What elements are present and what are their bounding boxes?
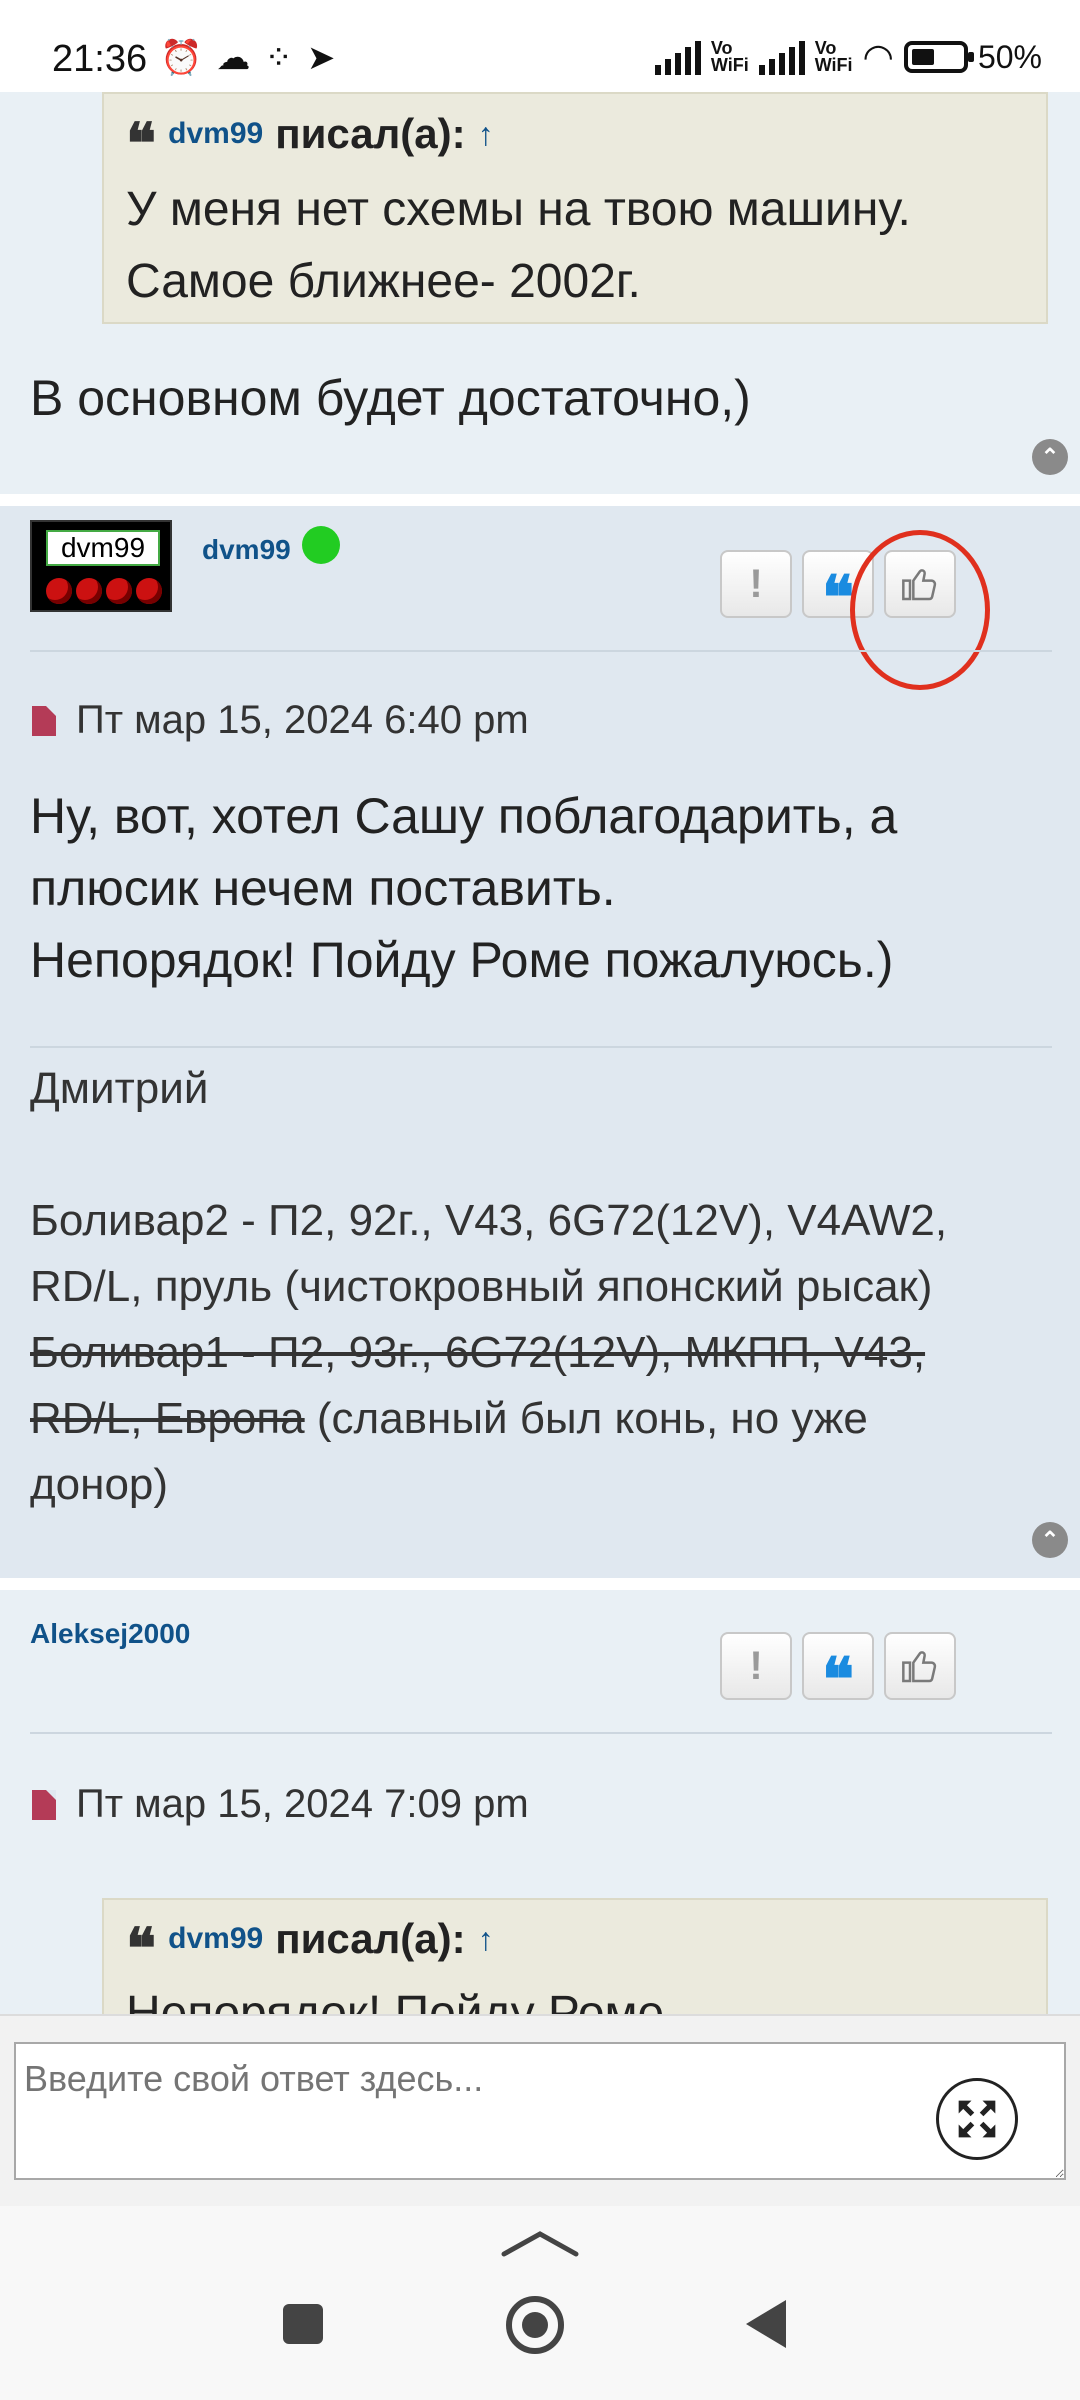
quote-jump-arrow[interactable]: ↑ <box>478 1921 494 1958</box>
annotation-circle <box>850 530 990 690</box>
report-button[interactable]: ! <box>720 550 792 618</box>
battery-icon <box>903 41 974 73</box>
quote-button[interactable]: ❝ <box>802 1632 874 1710</box>
quote-line: Самое ближнее- 2002г. <box>126 255 641 308</box>
post-icon <box>32 1790 56 1820</box>
quote-wrote-label: писал(а): <box>275 1915 466 1962</box>
thumbs-up-icon <box>902 1651 937 1683</box>
signature-text: (славный был конь, но уже <box>304 1394 868 1443</box>
like-button[interactable] <box>884 1632 956 1700</box>
post-divider <box>0 1578 1080 1590</box>
quote-block: ❝ dvm99 писал(а): ↑ У меня нет схемы на … <box>102 92 1048 324</box>
post-body: В основном будет достаточно,) <box>30 370 751 426</box>
quote-icon: ❝ <box>821 564 855 631</box>
system-nav-bar <box>0 2206 1080 2400</box>
quote-icon: ❝ <box>126 112 157 175</box>
wifi-icon: ◠ <box>862 36 894 77</box>
quote-author-link[interactable]: dvm99 <box>168 1922 263 1956</box>
signature-line: Боливар2 - П2, 92г., V43, 6G72(12V), V4A… <box>30 1196 948 1245</box>
back-to-top-button[interactable]: ⌃ <box>1032 1522 1068 1558</box>
quote-line: У меня нет схемы на твою машину. <box>126 183 911 236</box>
post-date: Пт мар 15, 2024 6:40 pm <box>76 698 529 742</box>
back-to-top-button[interactable]: ⌃ <box>1032 439 1068 475</box>
battery-percent: 50% <box>977 38 1042 75</box>
post-icon <box>32 706 56 736</box>
signature-struck-text: RD/L, Европа <box>30 1394 305 1443</box>
post-1: ❝ dvm99 писал(а): ↑ У меня нет схемы на … <box>0 92 1080 494</box>
telegram-icon: ➤ <box>306 39 336 77</box>
recents-button[interactable] <box>283 2304 323 2344</box>
quote-author-link[interactable]: dvm99 <box>168 117 263 151</box>
signature-line: RD/L, пруль (чистокровный японский рысак… <box>30 1262 933 1311</box>
online-status-icon <box>302 526 340 564</box>
avatar-label: dvm99 <box>46 530 160 566</box>
chevron-up-icon[interactable] <box>500 2228 580 2258</box>
quote-block: ❝ dvm99 писал(а): ↑ Непорядок! Пойду Ром… <box>102 1898 1048 2014</box>
post-body-line: Непорядок! Пойду Роме пожалуюсь.) <box>30 932 894 988</box>
cloud-icon: ☁ <box>216 39 251 77</box>
post-body-line: плюсик нечем поставить. <box>30 860 616 916</box>
signature-name: Дмитрий <box>30 1064 209 1113</box>
post-author-link[interactable]: Aleksej2000 <box>30 1618 190 1650</box>
quote-header: ❝ dvm99 писал(а): ↑ <box>126 94 1024 174</box>
quote-line: Непорядок! Пойду Роме <box>126 1987 665 2014</box>
signature-line: RD/L, Европа (славный был конь, но уже <box>30 1386 1060 1452</box>
report-button[interactable]: ! <box>720 1632 792 1700</box>
signal-icon-2 <box>758 39 805 75</box>
quote-jump-arrow[interactable]: ↑ <box>478 116 494 153</box>
quote-header: ❝ dvm99 писал(а): ↑ <box>126 1900 1024 1978</box>
expand-icon <box>958 2100 996 2138</box>
quote-wrote-label: писал(а): <box>275 110 466 157</box>
report-icon: ! <box>749 561 763 606</box>
quote-icon: ❝ <box>126 1917 157 1980</box>
reply-input[interactable] <box>14 2042 1066 2180</box>
dots-icon: ⁘ <box>264 39 293 77</box>
post-body-line: Ну, вот, хотел Сашу поблагодарить, а <box>30 788 898 844</box>
status-icons-left: ⏰ ☁ ⁘ ➤ <box>160 36 335 80</box>
expand-editor-button[interactable] <box>936 2078 1018 2160</box>
alarm-icon: ⏰ <box>160 39 203 77</box>
signal-icon <box>654 39 701 75</box>
avatar[interactable]: dvm99 <box>30 520 172 612</box>
status-time: 21:36 <box>52 38 148 80</box>
post-header-separator <box>30 1732 1052 1734</box>
back-button[interactable] <box>746 2300 786 2348</box>
status-bar: 21:36 ⏰ ☁ ⁘ ➤ Vo WiFi Vo WiFi ◠ 50% <box>0 0 1080 92</box>
signature-separator <box>30 1046 1052 1048</box>
quote-icon: ❝ <box>821 1646 855 1713</box>
home-button[interactable] <box>506 2296 564 2354</box>
status-icons-right: Vo WiFi Vo WiFi ◠ 50% <box>654 34 1042 80</box>
report-icon: ! <box>749 1643 763 1688</box>
post-header-separator <box>30 650 1052 652</box>
post-date: Пт мар 15, 2024 7:09 pm <box>76 1782 529 1826</box>
signature-line: донор) <box>30 1460 169 1509</box>
vowifi-label: Vo WiFi <box>710 38 749 75</box>
reply-bar <box>0 2014 1080 2206</box>
post-divider <box>0 494 1080 506</box>
post-author-link[interactable]: dvm99 <box>202 534 291 566</box>
avatar-art <box>46 578 162 604</box>
signature-line-struck: Боливар1 - П2, 93г., 6G72(12V), МКПП, V4… <box>30 1328 926 1377</box>
vowifi-label-2: Vo WiFi <box>814 38 853 75</box>
